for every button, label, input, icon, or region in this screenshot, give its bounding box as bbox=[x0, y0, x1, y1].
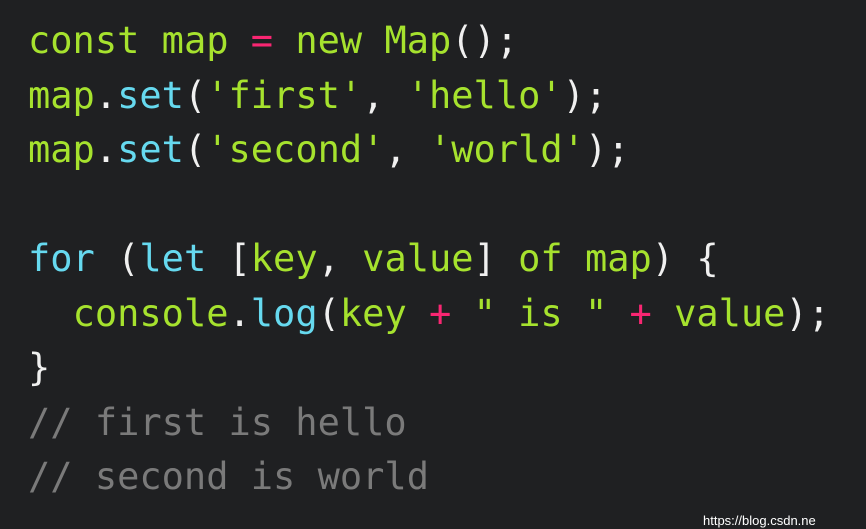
code-line: } bbox=[28, 341, 830, 396]
code-token: 'first' bbox=[206, 73, 363, 117]
code-token: " is " bbox=[473, 291, 608, 335]
code-token: set bbox=[117, 73, 184, 117]
code-token: 'second' bbox=[206, 128, 385, 171]
code-line: for (let [key, value] of map) { bbox=[28, 232, 830, 287]
code-token: const bbox=[28, 19, 140, 62]
code-token: } bbox=[28, 346, 51, 389]
code-editor: const map = new Map(); map.set('first', '… bbox=[0, 0, 866, 529]
code-line: // second is world bbox=[28, 450, 830, 505]
watermark-url: https://blog.csdn.ne bbox=[703, 513, 816, 528]
code-token: ( bbox=[183, 128, 207, 171]
code-token: ( bbox=[117, 237, 140, 280]
code-token: ) { bbox=[651, 237, 719, 280]
code-token: , bbox=[362, 73, 407, 117]
code-token: ] bbox=[473, 237, 496, 280]
code-token: ( bbox=[183, 73, 207, 117]
code-token: of bbox=[518, 237, 563, 280]
code-token: . bbox=[228, 291, 251, 335]
code-token: 'world' bbox=[429, 128, 585, 171]
code-token: + bbox=[429, 291, 452, 335]
code-token: Map bbox=[384, 19, 452, 62]
code-token: . bbox=[94, 128, 118, 171]
code-token: ); bbox=[785, 291, 831, 335]
code-token: map bbox=[28, 73, 95, 117]
code-token: // first is hello bbox=[28, 400, 407, 444]
code-token: = bbox=[250, 19, 274, 62]
code-token: , bbox=[317, 237, 363, 280]
code-token: ); bbox=[562, 73, 608, 117]
code-token: map bbox=[584, 237, 652, 280]
code-token: map bbox=[161, 19, 229, 62]
code-token: console bbox=[72, 291, 229, 335]
code-token: ( bbox=[317, 291, 340, 335]
code-token: new bbox=[295, 19, 363, 62]
code-token: + bbox=[629, 291, 652, 335]
code-token: key bbox=[250, 237, 318, 280]
code-token: ); bbox=[584, 128, 630, 171]
code-token: value bbox=[674, 291, 786, 335]
code-token: set bbox=[117, 128, 184, 171]
code-token: map bbox=[28, 128, 95, 171]
code-token: key bbox=[339, 291, 407, 335]
code-token: 'hello' bbox=[406, 73, 563, 117]
code-line: map.set('first', 'hello'); bbox=[28, 69, 830, 124]
code-token: log bbox=[250, 291, 318, 335]
code-token: (); bbox=[451, 19, 519, 62]
code-block[interactable]: const map = new Map(); map.set('first', '… bbox=[28, 14, 830, 505]
code-token: // second is world bbox=[28, 455, 429, 498]
code-line: console.log(key + " is " + value); bbox=[28, 287, 830, 342]
code-line: map.set('second', 'world'); bbox=[28, 123, 830, 178]
code-line: const map = new Map(); bbox=[28, 14, 830, 69]
code-token: let bbox=[139, 237, 207, 280]
code-token: [ bbox=[228, 237, 251, 280]
code-token: value bbox=[362, 237, 474, 280]
code-line: // first is hello bbox=[28, 396, 830, 451]
code-token: . bbox=[94, 73, 118, 117]
code-token: , bbox=[384, 128, 429, 171]
code-token: for bbox=[28, 237, 95, 280]
